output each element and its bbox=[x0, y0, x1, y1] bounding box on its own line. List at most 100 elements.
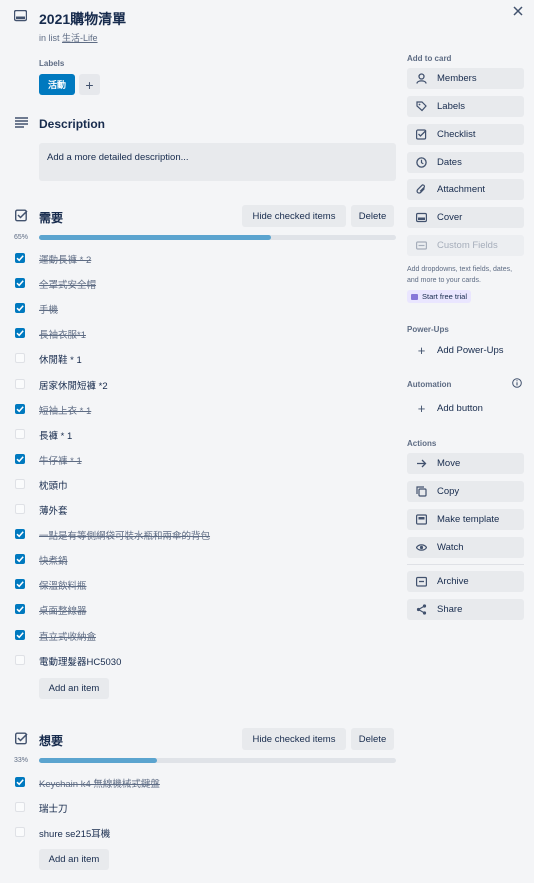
checklist-item-text[interactable]: shure se215耳機 bbox=[39, 826, 110, 840]
checklist-item-checkbox[interactable] bbox=[15, 802, 25, 812]
close-icon[interactable] bbox=[512, 5, 524, 17]
start-trial-button[interactable]: Start free trial bbox=[407, 290, 472, 303]
checklist-item-text[interactable]: 短袖上衣 * 1 bbox=[39, 403, 91, 417]
delete-checklist-button[interactable]: Delete bbox=[351, 205, 394, 227]
plus-icon: + bbox=[417, 401, 426, 416]
checklist-item-checkbox[interactable] bbox=[15, 827, 25, 837]
checklist-item-checkbox[interactable] bbox=[15, 554, 25, 565]
make-template-button[interactable]: Make template bbox=[407, 509, 524, 530]
attachment-button[interactable]: Attachment bbox=[407, 179, 524, 200]
hide-checked-button[interactable]: Hide checked items bbox=[242, 728, 346, 750]
checklist-item-checkbox[interactable] bbox=[15, 328, 25, 339]
card-title[interactable]: 2021購物清單 bbox=[39, 9, 126, 29]
add-item-button[interactable]: Add an item bbox=[39, 849, 109, 870]
checklist-item-text[interactable]: 休閒鞋 * 1 bbox=[39, 352, 82, 366]
share-icon bbox=[415, 603, 428, 616]
check-icon bbox=[16, 305, 24, 312]
progress-bar bbox=[39, 758, 396, 763]
cover-icon bbox=[415, 211, 428, 224]
labels-button[interactable]: Labels bbox=[407, 96, 524, 117]
checklist-item-text[interactable]: 手機 bbox=[39, 302, 58, 316]
archive-button[interactable]: Archive bbox=[407, 571, 524, 592]
description-heading: Description bbox=[39, 117, 106, 131]
checklist-item-text[interactable]: 快煮鍋 bbox=[39, 553, 68, 567]
check-icon bbox=[16, 556, 24, 563]
label-chip[interactable]: 活動 bbox=[39, 74, 75, 95]
checklist-item-checkbox[interactable] bbox=[15, 453, 25, 464]
checklist-item-text[interactable]: 牛仔褲 * 1 bbox=[39, 453, 82, 467]
check-icon bbox=[16, 456, 24, 463]
add-button-button[interactable]: + Add button bbox=[407, 401, 483, 416]
progress-percent: 33% bbox=[14, 757, 29, 764]
dates-button[interactable]: Dates bbox=[407, 152, 524, 173]
checklist-item-checkbox[interactable] bbox=[15, 478, 25, 489]
checklist-item-checkbox[interactable] bbox=[15, 777, 25, 787]
checklist-item-checkbox[interactable] bbox=[15, 403, 25, 414]
description-icon bbox=[15, 117, 28, 128]
checklist-item-checkbox[interactable] bbox=[15, 604, 25, 615]
checklist-item-checkbox[interactable] bbox=[15, 654, 25, 665]
cover-label: Cover bbox=[437, 212, 463, 223]
checklist-item-checkbox[interactable] bbox=[15, 278, 25, 289]
checklist-title[interactable]: 需要 bbox=[39, 209, 63, 226]
checklist-item-text[interactable]: 一點是有等側網袋可裝水瓶和兩傘的背包 bbox=[39, 528, 210, 542]
copy-button[interactable]: Copy bbox=[407, 481, 524, 502]
trial-icon bbox=[411, 293, 418, 300]
checklist-item-text[interactable]: 枕頭巾 bbox=[39, 478, 68, 492]
description-input[interactable]: Add a more detailed description... bbox=[39, 143, 396, 181]
hide-checked-button[interactable]: Hide checked items bbox=[242, 205, 346, 227]
checklist-item-text[interactable]: 長袖衣服*1 bbox=[39, 327, 86, 341]
card-icon bbox=[14, 10, 27, 22]
check-icon bbox=[16, 280, 24, 287]
checklist-item-checkbox[interactable] bbox=[15, 579, 25, 590]
checklist-item-text[interactable]: 保溫飲料瓶 bbox=[39, 578, 87, 592]
checklist-item-text[interactable]: 瑞士刀 bbox=[39, 801, 68, 815]
checklist-item-text[interactable]: 居家休閒短褲 *2 bbox=[39, 378, 108, 392]
attachment-label: Attachment bbox=[437, 184, 486, 195]
checklist-item-text[interactable]: 電動理髮器HC5030 bbox=[39, 654, 121, 668]
checklist-item-checkbox[interactable] bbox=[15, 529, 25, 540]
automation-heading: Automation bbox=[407, 380, 452, 389]
checklist-item-checkbox[interactable] bbox=[15, 353, 25, 364]
dates-label: Dates bbox=[437, 157, 462, 168]
checklist-item-text[interactable]: 直立式收納盒 bbox=[39, 629, 96, 643]
add-powerups-label: Add Power-Ups bbox=[437, 345, 504, 356]
checklist-item-text[interactable]: 桌面整線器 bbox=[39, 603, 87, 617]
checklist-label: Checklist bbox=[437, 129, 476, 140]
add-label-button[interactable]: + bbox=[79, 74, 100, 95]
list-link[interactable]: 生活-Life bbox=[62, 33, 98, 43]
cover-button[interactable]: Cover bbox=[407, 207, 524, 228]
checklist-item-checkbox[interactable] bbox=[15, 253, 25, 263]
checklist-item-text[interactable]: 全罩式安全帽 bbox=[39, 277, 96, 291]
checklist-item-checkbox[interactable] bbox=[15, 629, 25, 640]
checklist-item-checkbox[interactable] bbox=[15, 504, 25, 514]
checklist-item-text[interactable]: Keychain k4 無線機械式鍵盤 bbox=[39, 776, 160, 790]
checklist-item-text[interactable]: 運動長褲 * 2 bbox=[39, 252, 91, 266]
checklist-item-text[interactable]: 薄外套 bbox=[39, 503, 68, 517]
move-label: Move bbox=[437, 458, 461, 469]
watch-button[interactable]: Watch bbox=[407, 537, 524, 558]
check-icon bbox=[16, 779, 24, 786]
labels-label: Labels bbox=[437, 101, 465, 112]
checklist-item-checkbox[interactable] bbox=[15, 378, 25, 389]
checklist-title[interactable]: 想要 bbox=[39, 732, 63, 749]
labels-heading: Labels bbox=[39, 59, 65, 68]
checklist-button[interactable]: Checklist bbox=[407, 124, 524, 145]
checklist-item-checkbox[interactable] bbox=[15, 428, 25, 439]
tag-icon bbox=[415, 100, 428, 113]
add-to-card-heading: Add to card bbox=[407, 54, 452, 63]
checklist-item-text[interactable]: 長褲 * 1 bbox=[39, 428, 72, 442]
add-powerups-button[interactable]: + Add Power-Ups bbox=[407, 343, 504, 358]
move-button[interactable]: Move bbox=[407, 453, 524, 474]
checklist-item-checkbox[interactable] bbox=[15, 303, 25, 314]
members-button[interactable]: Members bbox=[407, 68, 524, 89]
checklist-icon bbox=[15, 732, 28, 745]
add-item-button[interactable]: Add an item bbox=[39, 678, 109, 699]
check-icon bbox=[16, 255, 24, 262]
delete-checklist-button[interactable]: Delete bbox=[351, 728, 394, 750]
share-label: Share bbox=[437, 604, 463, 615]
share-button[interactable]: Share bbox=[407, 599, 524, 620]
check-icon bbox=[16, 531, 24, 538]
powerups-heading: Power-Ups bbox=[407, 325, 449, 334]
info-icon[interactable] bbox=[512, 378, 522, 388]
